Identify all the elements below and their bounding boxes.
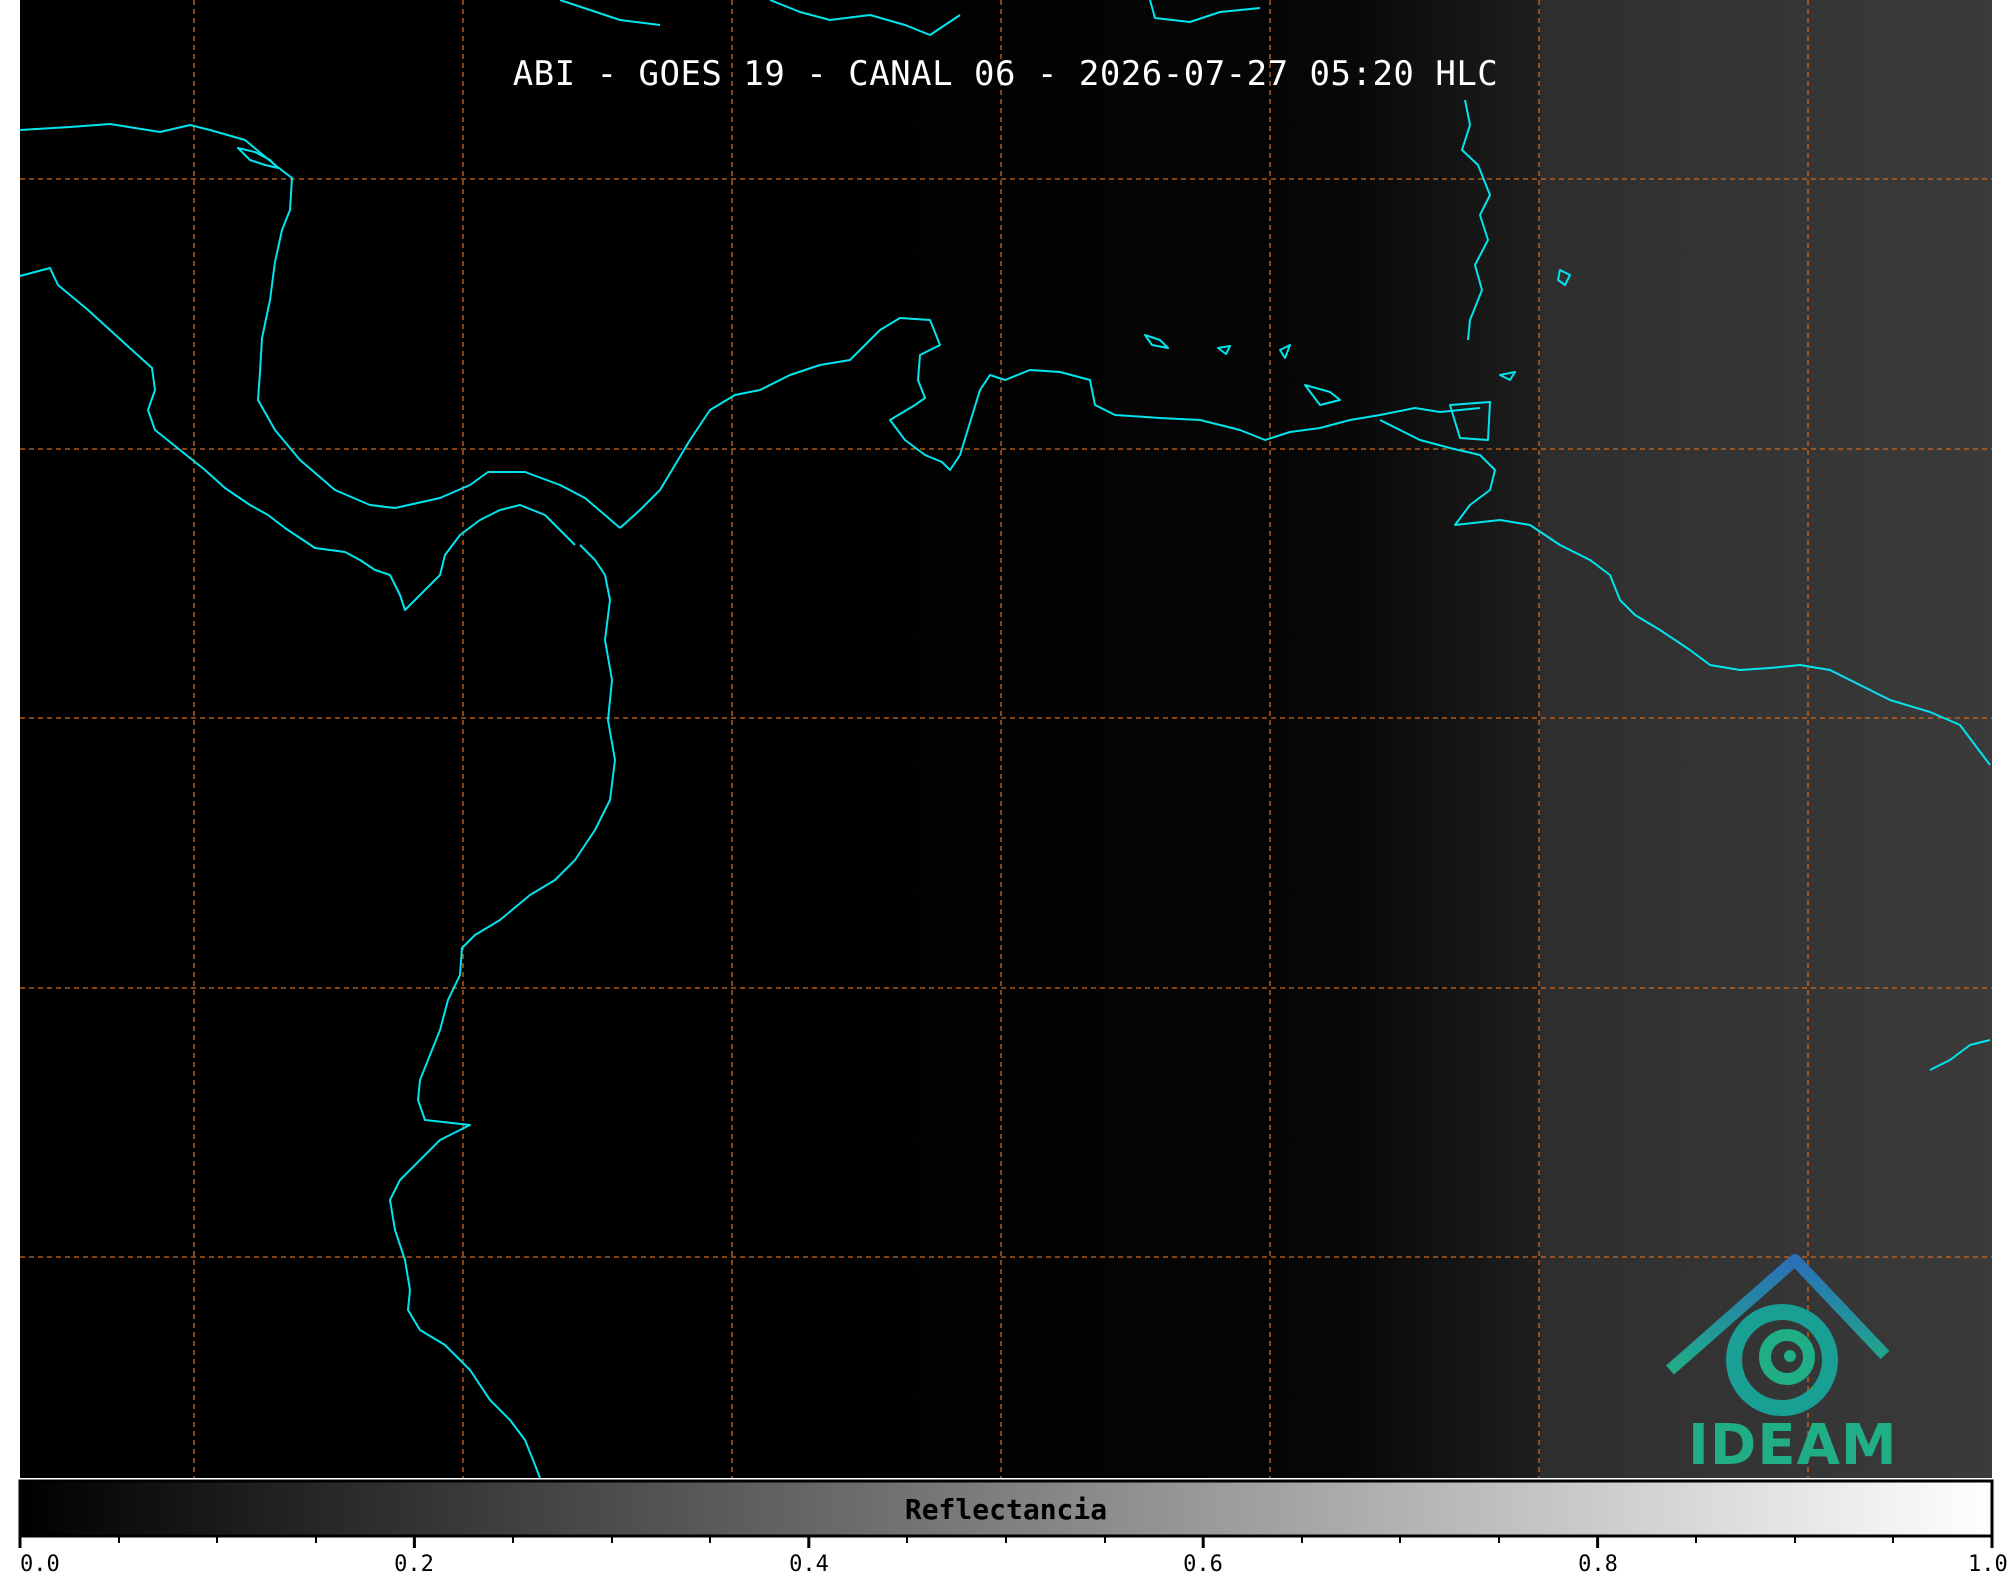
ideam-logo-text: IDEAM bbox=[1688, 1413, 1898, 1478]
colorbar-tick-label: 0.8 bbox=[1578, 1552, 1618, 1577]
colorbar-tick-label: 1.0 bbox=[1968, 1552, 2008, 1577]
colorbar-label: Reflectancia bbox=[904, 1493, 1108, 1526]
colorbar-tick-label: 0.0 bbox=[20, 1552, 60, 1577]
colorbar-tick-label: 0.4 bbox=[789, 1552, 829, 1577]
logo-spiral-core bbox=[1784, 1350, 1796, 1362]
map-title: ABI - GOES 19 - CANAL 06 - 2026-07-27 05… bbox=[512, 54, 1499, 94]
satellite-map bbox=[18, 0, 1994, 1548]
bright-cloud-band bbox=[1540, 0, 1992, 1478]
colorbar-tick-label: 0.2 bbox=[394, 1552, 434, 1577]
colorbar-tick-label: 0.6 bbox=[1183, 1552, 1223, 1577]
